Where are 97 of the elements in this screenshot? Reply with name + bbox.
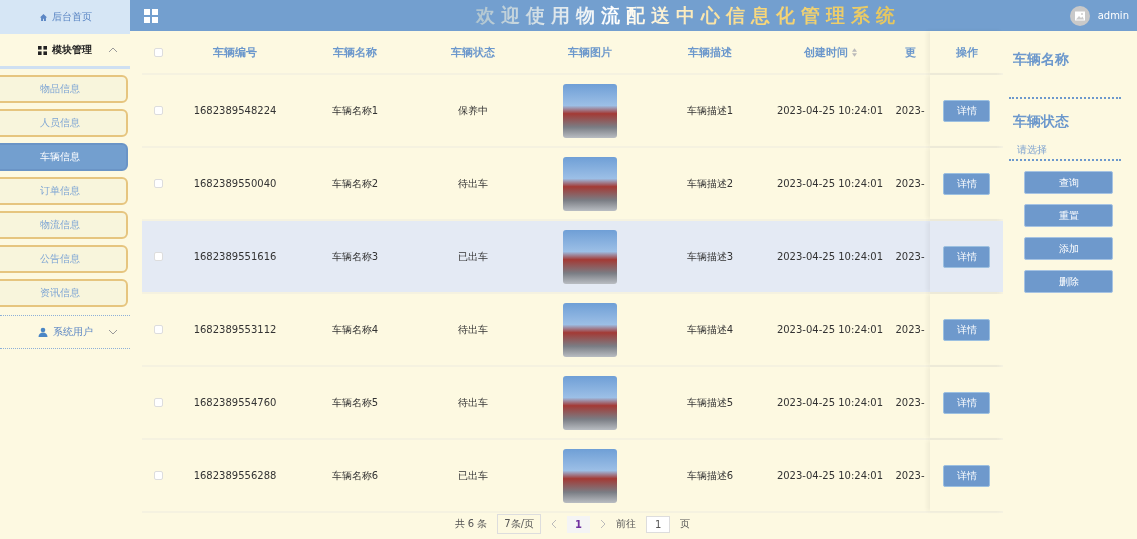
username: admin: [1097, 10, 1129, 21]
table-cell: 2023-: [895, 397, 925, 408]
page-suffix: 页: [680, 517, 691, 531]
details-button[interactable]: 详情: [943, 464, 990, 487]
table-cell: 1682389553112: [193, 324, 277, 335]
action-button[interactable]: 添加: [1024, 237, 1113, 260]
row-checkbox[interactable]: [154, 325, 163, 334]
home-menu-item[interactable]: 后台首页: [0, 0, 130, 34]
table-cell: 1682389556288: [193, 470, 277, 481]
table-cell: 车辆描述3: [686, 249, 734, 264]
photo-placeholder: [563, 302, 617, 357]
row-checkbox[interactable]: [154, 106, 163, 115]
table-cell: 车辆名称5: [331, 395, 379, 410]
menu-item[interactable]: 物流信息: [0, 211, 128, 239]
column-header: 车辆编号: [213, 44, 257, 60]
column-header: 车辆状态: [450, 44, 495, 60]
menu-item[interactable]: 资讯信息: [0, 279, 128, 307]
column-header: 车辆名称: [333, 44, 377, 60]
table-cell: 2023-04-25 10:24:01: [776, 178, 884, 189]
menu-item[interactable]: 人员信息: [0, 109, 128, 137]
photo-placeholder: [563, 156, 617, 211]
details-button[interactable]: 详情: [943, 99, 990, 122]
table-cell: 2023-04-25 10:24:01: [776, 397, 884, 408]
table-cell: 保养中: [457, 103, 488, 118]
table-cell: 车辆名称2: [331, 176, 379, 191]
action-button[interactable]: 查询: [1024, 171, 1113, 194]
table-cell: 1682389550040: [193, 178, 277, 189]
table-cell: 待出车: [457, 395, 488, 410]
goto-label: 前往: [616, 517, 637, 531]
table-cell: 2023-: [895, 470, 925, 481]
row-checkbox[interactable]: [154, 179, 163, 188]
total-count: 共 6 条: [454, 517, 488, 531]
table-cell: 2023-: [895, 251, 925, 262]
menu-icon[interactable]: [144, 8, 158, 23]
page-size-select[interactable]: 7条/页: [497, 514, 542, 534]
field-label: 车辆名称: [1013, 51, 1069, 69]
table-cell: 2023-: [895, 178, 925, 189]
details-button[interactable]: 详情: [943, 172, 990, 195]
table-cell: 2023-04-25 10:24:01: [776, 470, 884, 481]
details-button[interactable]: 详情: [943, 318, 990, 341]
table-cell: 车辆描述2: [686, 176, 734, 191]
action-button[interactable]: 删除: [1024, 270, 1113, 293]
home-icon: [38, 12, 48, 22]
user-icon: [37, 327, 48, 337]
menu-group[interactable]: 模块管理: [0, 34, 130, 69]
table-cell: 车辆描述6: [686, 468, 734, 483]
table-cell: 车辆名称1: [331, 103, 379, 118]
chevron-icon: [108, 329, 118, 335]
column-header: 车辆图片: [568, 44, 612, 60]
table-cell: 车辆描述1: [686, 103, 734, 118]
table-cell: 车辆描述4: [686, 322, 734, 337]
photo-placeholder: [563, 448, 617, 503]
menu-item[interactable]: 公告信息: [0, 245, 128, 273]
photo-placeholder: [563, 375, 617, 430]
details-button[interactable]: 详情: [943, 391, 990, 414]
goto-page-field[interactable]: 1: [646, 515, 671, 533]
table-cell: 1682389551616: [193, 251, 277, 262]
table-cell: 2023-: [895, 324, 925, 335]
menu-group[interactable]: 系统用户: [0, 316, 130, 349]
previous-page-icon[interactable]: [551, 519, 558, 529]
row-checkbox[interactable]: [154, 252, 163, 261]
table-cell: 车辆名称4: [331, 322, 379, 337]
table-cell: 2023-04-25 10:24:01: [776, 105, 884, 116]
table-cell: 1682389554760: [193, 397, 277, 408]
select-all-checkbox[interactable]: [154, 47, 163, 57]
table-cell: 待出车: [457, 322, 488, 337]
row-checkbox[interactable]: [154, 398, 163, 407]
table-cell: 车辆描述5: [686, 395, 734, 410]
menu-item[interactable]: 订单信息: [0, 177, 128, 205]
table-cell: 1682389548224: [193, 105, 277, 116]
photo-placeholder: [563, 83, 617, 138]
table-cell: 已出车: [457, 468, 488, 483]
table-cell: 车辆名称3: [331, 249, 379, 264]
details-button[interactable]: 详情: [943, 245, 990, 268]
chevron-icon: [108, 47, 118, 53]
table-cell: 2023-: [895, 105, 925, 116]
field-label: 车辆状态: [1013, 113, 1069, 131]
table-cell: 已出车: [457, 249, 488, 264]
column-header: 更: [904, 44, 916, 60]
menu-item[interactable]: 车辆信息: [0, 143, 128, 171]
table-cell: 待出车: [457, 176, 488, 191]
column-header: 操作: [955, 44, 978, 60]
avatar-icon[interactable]: [1069, 5, 1090, 26]
table-cell: 车辆名称6: [331, 468, 379, 483]
next-page-icon[interactable]: [600, 519, 607, 529]
grid-icon: [38, 45, 47, 55]
action-button[interactable]: 重置: [1024, 204, 1113, 227]
menu-item[interactable]: 物品信息: [0, 75, 128, 103]
page-number[interactable]: 1: [567, 515, 591, 533]
table-cell: 2023-04-25 10:24:01: [776, 251, 884, 262]
photo-placeholder: [563, 229, 617, 284]
column-header: 车辆描述: [688, 44, 732, 60]
table-cell: 2023-04-25 10:24:01: [776, 324, 884, 335]
status-select-field[interactable]: 请选择: [1009, 139, 1121, 161]
column-header: 创建时间: [803, 44, 848, 60]
sort-icon[interactable]: [851, 47, 857, 57]
row-checkbox[interactable]: [154, 471, 163, 480]
